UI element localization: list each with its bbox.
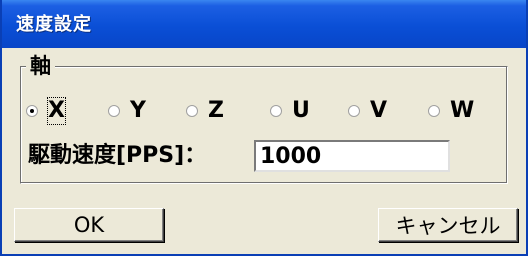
radio-indicator[interactable] — [270, 105, 282, 117]
radio-label: X — [47, 97, 66, 125]
axis-radio-group: X Y Z U V W — [26, 97, 506, 125]
radio-indicator[interactable] — [186, 105, 198, 117]
radio-axis-y[interactable]: Y — [108, 98, 146, 124]
radio-label: V — [370, 98, 388, 123]
cancel-button[interactable]: キャンセル — [378, 208, 518, 242]
window-title: 速度設定 — [16, 14, 92, 35]
radio-label: Z — [208, 98, 224, 123]
radio-axis-v[interactable]: V — [348, 98, 387, 124]
radio-axis-u[interactable]: U — [270, 98, 310, 124]
radio-label: W — [450, 98, 475, 123]
axis-group-label: 軸 — [26, 55, 55, 77]
speed-settings-dialog: 速度設定 軸 X Y Z U V W 駆動速度[PPS]： OK キャ — [0, 0, 528, 256]
radio-axis-x[interactable]: X — [26, 97, 66, 125]
radio-label: Y — [130, 98, 146, 123]
drive-speed-label: 駆動速度[PPS]： — [28, 143, 207, 168]
radio-indicator[interactable] — [108, 105, 120, 117]
drive-speed-input[interactable] — [254, 140, 450, 172]
title-bar[interactable]: 速度設定 — [2, 0, 526, 48]
radio-axis-z[interactable]: Z — [186, 98, 224, 124]
radio-indicator[interactable] — [428, 105, 440, 117]
radio-indicator[interactable] — [348, 105, 360, 117]
radio-indicator[interactable] — [26, 105, 38, 117]
radio-label: U — [292, 98, 310, 123]
radio-axis-w[interactable]: W — [428, 98, 474, 124]
ok-button[interactable]: OK — [14, 208, 164, 242]
